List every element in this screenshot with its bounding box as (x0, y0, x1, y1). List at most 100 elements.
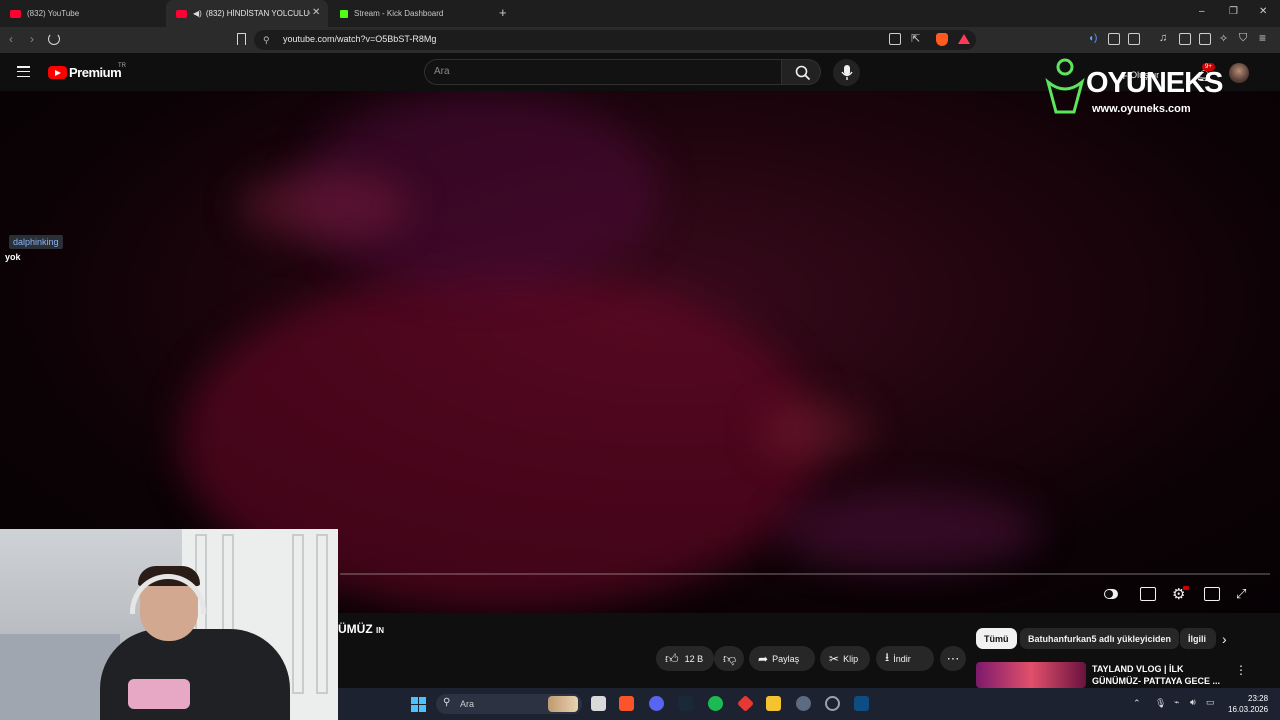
search-icon: ⚲ (443, 697, 451, 708)
search-placeholder: Ara (434, 66, 450, 77)
recommendation-thumbnail[interactable] (976, 662, 1086, 688)
like-button[interactable]: 👍︎ 12 B (656, 646, 714, 671)
share-button[interactable]: ➦ Paylaş (749, 646, 815, 671)
search-input[interactable] (424, 59, 782, 85)
autoplay-toggle[interactable] (1104, 589, 1118, 599)
tab-title: (832) YouTube (27, 9, 80, 18)
taskbar-clock[interactable]: 23:28 16.03.2026 (1228, 693, 1268, 715)
discord-icon[interactable] (649, 696, 664, 711)
fullscreen-icon[interactable]: ⤢ (1236, 586, 1246, 602)
browser-tab-youtube[interactable]: (832) YouTube (0, 0, 166, 27)
share-label: Paylaş (772, 653, 800, 664)
chip-all[interactable]: Tümü (976, 628, 1017, 649)
chat-username: dalphinking (9, 235, 63, 249)
like-count: 12 B (684, 653, 704, 664)
dislike-button[interactable]: 👎︎ (714, 646, 744, 671)
clock-date: 16.03.2026 (1228, 705, 1269, 714)
audio-playing-icon[interactable]: ◖) (1088, 33, 1097, 44)
video-title-tail: IN (376, 626, 385, 635)
recommendation-title[interactable]: TAYLAND VLOG | İLK GÜNÜMÜZ- PATTAYA GECE… (1092, 663, 1228, 687)
mic-icon (841, 65, 853, 80)
browser-tab-video[interactable]: ◀) (832) HİNDİSTAN YOLCULUĞ ✕ (166, 0, 328, 27)
taskbar-search-placeholder: Ara (460, 699, 475, 709)
obs-icon[interactable] (825, 696, 840, 711)
speaker-icon[interactable]: ◀) (193, 9, 202, 18)
spotify-icon[interactable] (708, 696, 723, 711)
youtube-icon (10, 9, 21, 18)
video-title: ÜMÜZ IN (338, 622, 384, 636)
file-explorer-icon[interactable] (766, 696, 781, 711)
chip-uploader[interactable]: Batuhanfurkan5 adlı yükleyiciden (1020, 628, 1180, 649)
tab-close-button[interactable]: ✕ (312, 7, 320, 18)
bookmark-icon[interactable] (237, 33, 246, 45)
settings-app-icon[interactable] (796, 696, 811, 711)
tab-title: (832) HİNDİSTAN YOLCULUĞ (205, 9, 310, 18)
windows-start-icon[interactable] (411, 697, 426, 712)
miniplayer-icon[interactable] (1204, 587, 1220, 601)
screenshot-icon[interactable] (1128, 33, 1140, 45)
tray-mic-icon[interactable]: 🎙︎ (1155, 698, 1166, 709)
vpn-shield-icon[interactable]: ⛉ (1239, 32, 1247, 45)
download-label: İndir (893, 653, 911, 664)
hamburger-menu-icon[interactable] (17, 66, 30, 81)
youtube-logo[interactable] (48, 66, 67, 79)
tray-chevron-icon[interactable]: ⌃ (1133, 698, 1141, 709)
youtube-icon (176, 9, 187, 18)
reload-icon[interactable] (48, 33, 60, 45)
oyuneks-mascot-icon (1045, 58, 1085, 114)
close-window-button[interactable]: ✕ (1259, 6, 1267, 17)
search-button[interactable] (781, 59, 821, 85)
video-progress-bar[interactable] (340, 573, 1270, 575)
extensions-icon[interactable] (1108, 33, 1120, 45)
back-icon[interactable]: ‹ (9, 32, 13, 46)
watermark-name: OYUNEKS (1086, 67, 1223, 99)
url-text[interactable]: youtube.com/watch?v=O5BbST-R8Mg (283, 34, 436, 44)
kick-icon (340, 9, 348, 18)
download-icon: ⭳ (885, 650, 890, 664)
avatar[interactable] (1229, 63, 1249, 83)
new-tab-button[interactable]: + (499, 5, 507, 20)
youtube-premium-label[interactable]: Premium (69, 65, 122, 80)
forward-icon[interactable]: › (30, 32, 34, 46)
steam-icon[interactable] (678, 696, 693, 711)
brave-shield-icon[interactable] (936, 33, 948, 46)
minimize-button[interactable]: – (1199, 6, 1205, 17)
hd-badge (1183, 586, 1189, 590)
browser-tab-kick[interactable]: Stream - Kick Dashboard (330, 0, 494, 27)
chevron-right-icon[interactable]: › (1222, 631, 1227, 647)
download-button[interactable]: ⭳ İndir (876, 646, 934, 671)
network-icon[interactable]: ⌁ (1174, 697, 1179, 708)
share-icon[interactable]: ⇱ (911, 32, 920, 45)
wallet-icon[interactable] (1199, 33, 1211, 45)
brave-rewards-icon[interactable] (958, 34, 970, 44)
webcam-overlay (0, 529, 338, 720)
scissors-icon: ✂ (829, 651, 840, 666)
more-actions-button[interactable]: ⋯ (940, 646, 966, 671)
like-icon: 👍︎ (665, 650, 679, 666)
clip-label: Klip (843, 653, 859, 664)
browser-menu-icon[interactable]: ≡ (1259, 31, 1266, 45)
voice-search-button[interactable] (833, 59, 860, 86)
maximize-button[interactable]: ❐ (1229, 6, 1238, 17)
chip-related[interactable]: İlgili (1180, 628, 1216, 649)
video-title-text: ÜMÜZ (338, 622, 373, 636)
tab-title: Stream - Kick Dashboard (354, 9, 444, 18)
site-info-icon[interactable]: ⚲ (263, 35, 270, 46)
cast-icon[interactable] (889, 33, 901, 45)
task-view-icon[interactable] (591, 696, 606, 711)
steam-app-icon[interactable] (854, 696, 869, 711)
dislike-icon: 👎︎ (723, 650, 737, 666)
chat-message: yok (5, 252, 21, 262)
volume-icon[interactable]: 🔊︎ (1190, 697, 1196, 708)
subtitles-icon[interactable] (1140, 587, 1156, 601)
share-arrow-icon: ➦ (758, 651, 769, 666)
region-code: TR (118, 63, 126, 69)
sidebar-icon[interactable] (1179, 33, 1191, 45)
music-icon[interactable]: ♫ (1159, 32, 1167, 44)
battery-icon[interactable]: ▭ (1206, 697, 1215, 708)
search-icon (795, 65, 811, 81)
recommendation-menu-icon[interactable]: ⋮ (1235, 663, 1247, 677)
brave-browser-icon[interactable] (619, 696, 634, 711)
clip-button[interactable]: ✂ Klip (820, 646, 870, 671)
ai-icon[interactable]: ✧ (1219, 32, 1228, 45)
